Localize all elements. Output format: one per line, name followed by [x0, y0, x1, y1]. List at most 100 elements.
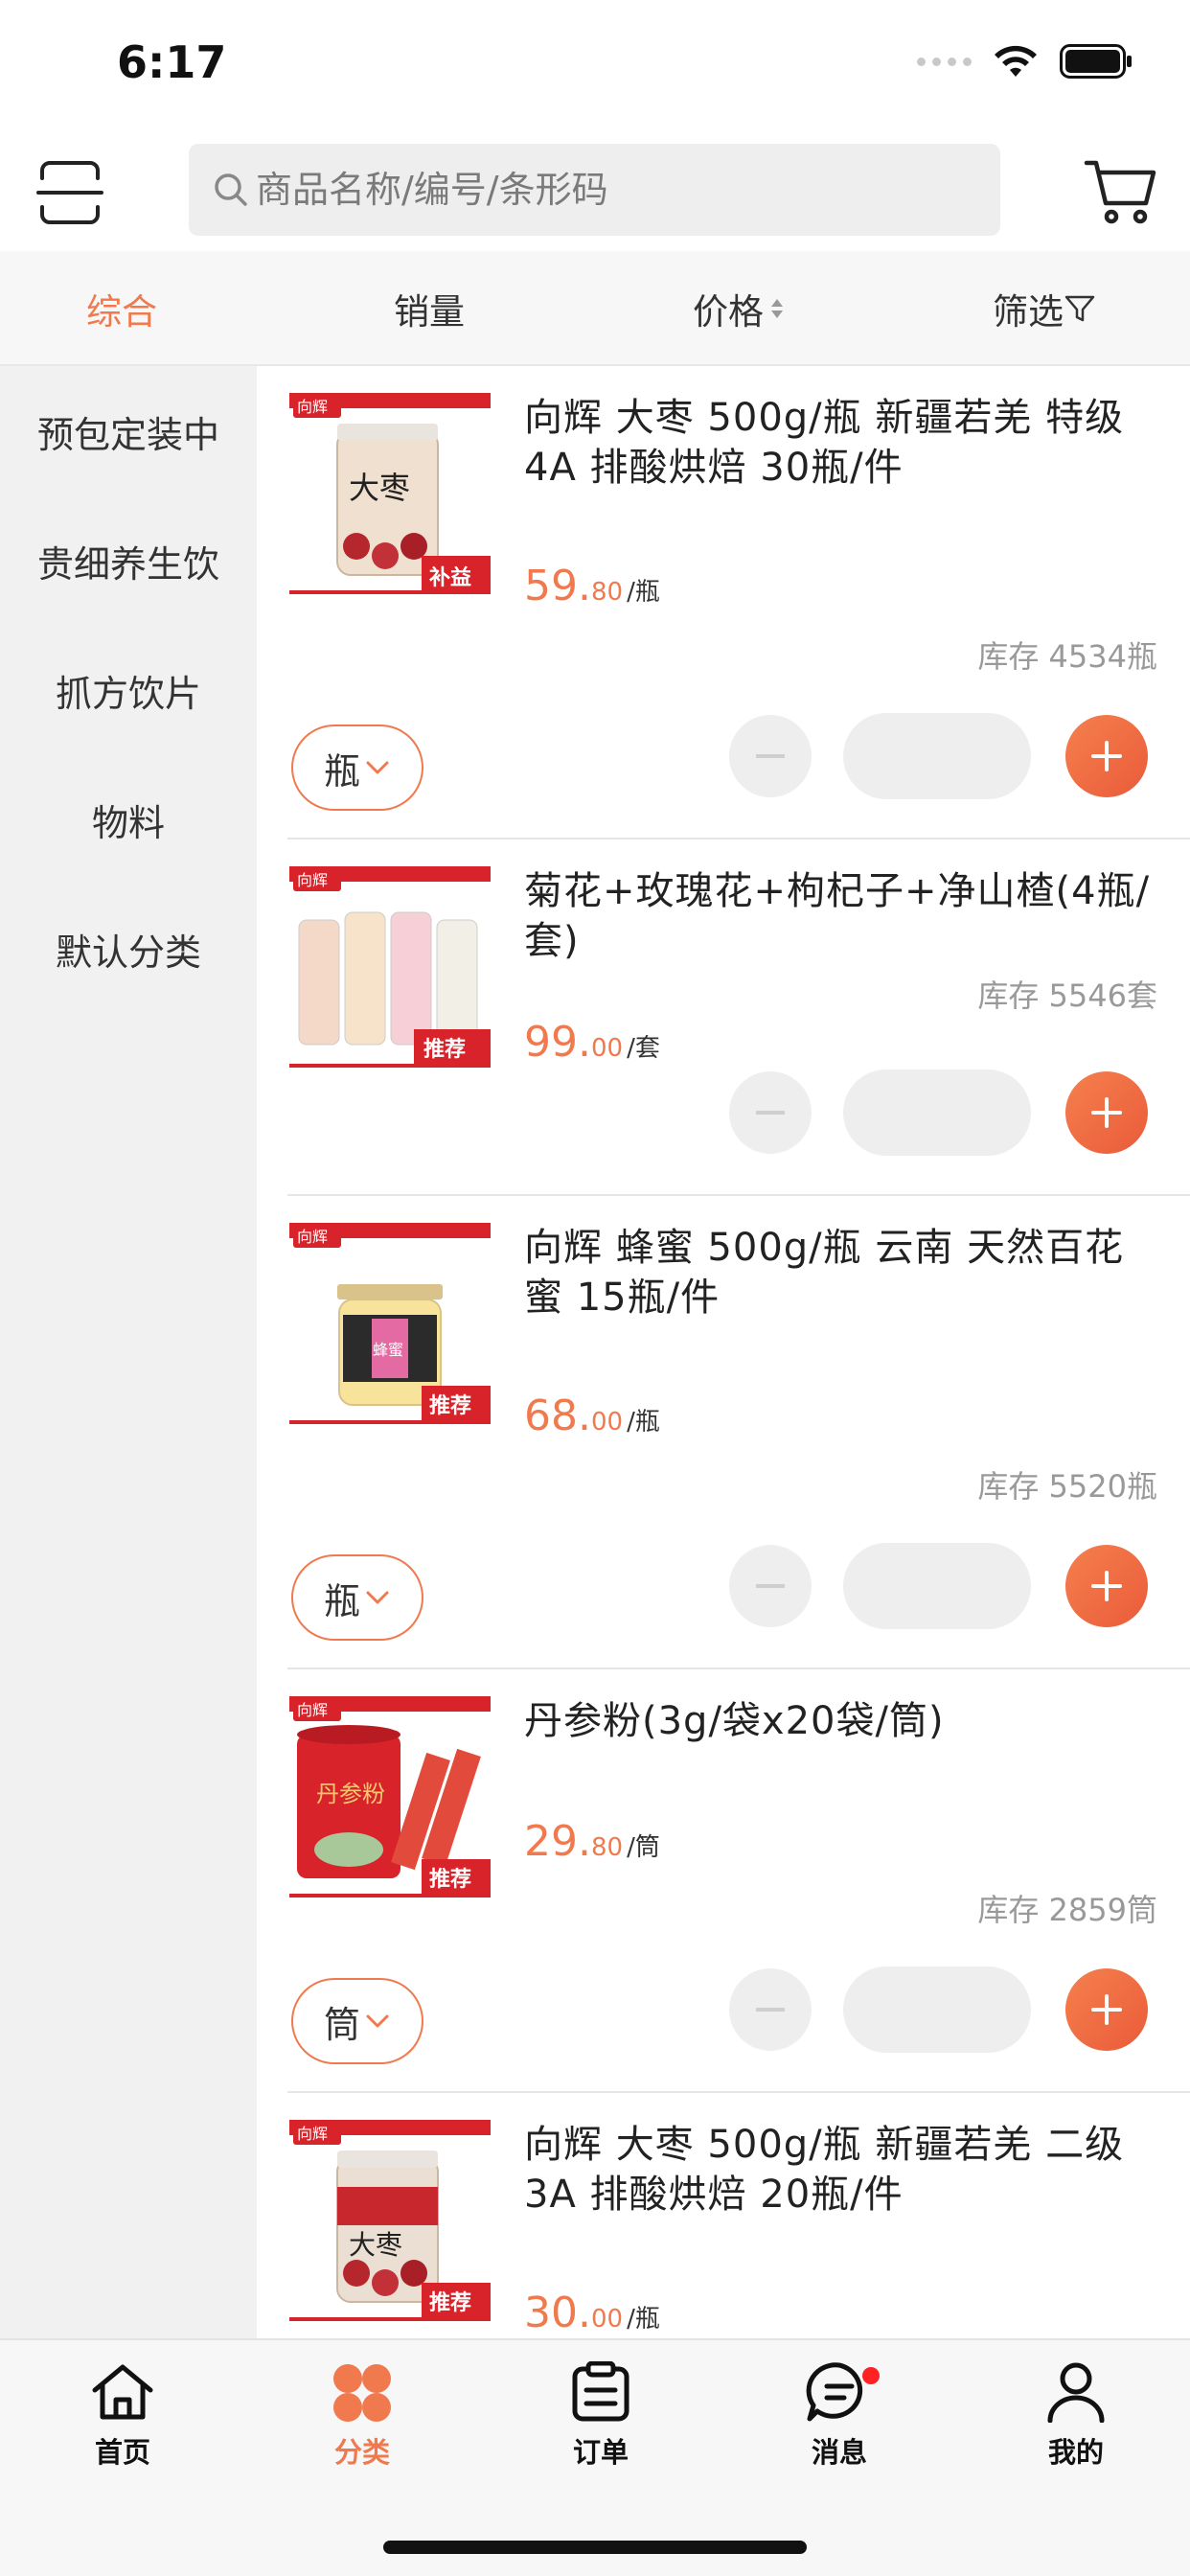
price-decimal: 80: [590, 1833, 624, 1862]
category-sidebar: 预包定装中 贵细养生饮 抓方饮片 物料 默认分类: [0, 366, 257, 2338]
status-bar: 6:17: [0, 0, 1190, 134]
quantity-input[interactable]: [843, 713, 1031, 799]
sort-filter[interactable]: 筛选: [993, 251, 1096, 366]
product-name[interactable]: 丹参粉(3g/袋x20袋/筒): [524, 1696, 1156, 1746]
order-icon: [572, 2361, 629, 2422]
tab-home[interactable]: 首页: [46, 2361, 199, 2476]
image-brand: 向辉: [297, 1701, 328, 1719]
tab-label: 订单: [572, 2436, 629, 2469]
price-integer: 68.: [524, 1392, 591, 1440]
category-icon: [333, 2364, 391, 2422]
product-item[interactable]: 向辉 丹参粉 推荐 丹参粉(3g/袋x20袋/筒) 29.80/筒 库存 285…: [257, 1669, 1190, 2093]
image-label: 大枣: [349, 470, 410, 506]
product-name[interactable]: 向辉 大枣 500g/瓶 新疆若羌 二级 3A 排酸烘焙 20瓶/件: [524, 2120, 1156, 2220]
product-image[interactable]: 向辉 推荐: [289, 866, 491, 1068]
unit-select-button[interactable]: 瓶: [291, 1554, 423, 1641]
filter-icon: [1064, 295, 1095, 322]
plus-icon: [1091, 1994, 1122, 2025]
product-price: 59.80/瓶: [524, 562, 660, 610]
status-time: 6:17: [117, 36, 227, 88]
price-integer: 99.: [524, 1018, 591, 1067]
quantity-input[interactable]: [843, 1070, 1031, 1156]
sort-arrows-icon: [771, 299, 783, 318]
product-item[interactable]: 向辉 大枣 推荐 向辉 大枣 500g/瓶 新疆若羌 二级 3A 排酸烘焙 20…: [257, 2093, 1190, 2338]
product-stock: 库存 5546套: [977, 978, 1157, 1014]
product-name[interactable]: 向辉 蜂蜜 500g/瓶 云南 天然百花蜜 15瓶/件: [524, 1223, 1156, 1322]
image-tag: 补益: [428, 565, 471, 590]
tab-messages[interactable]: 消息: [763, 2361, 916, 2476]
price-decimal: 00: [590, 1408, 624, 1437]
sort-comprehensive[interactable]: 综合: [86, 251, 157, 366]
image-tag: 推荐: [429, 1867, 471, 1892]
plus-icon: [1091, 741, 1122, 771]
status-icons: [917, 44, 1133, 79]
decrease-button[interactable]: [729, 1071, 812, 1154]
product-name[interactable]: 菊花+玫瑰花+枸杞子+净山楂(4瓶/套): [524, 866, 1156, 966]
decrease-button[interactable]: [729, 1968, 812, 2051]
increase-button[interactable]: [1065, 715, 1148, 797]
tab-orders[interactable]: 订单: [524, 2361, 677, 2476]
price-integer: 29.: [524, 1817, 591, 1866]
chevron-down-icon: [366, 761, 389, 774]
sort-price[interactable]: 价格: [693, 251, 783, 366]
tab-category[interactable]: 分类: [286, 2361, 439, 2476]
price-integer: 30.: [524, 2288, 591, 2337]
sidebar-item-prepack[interactable]: 预包定装中: [0, 393, 257, 470]
unit-select-button[interactable]: 筒: [291, 1978, 423, 2064]
quantity-input[interactable]: [843, 1966, 1031, 2053]
price-decimal: 00: [590, 2305, 624, 2334]
sort-filter-label: 筛选: [993, 291, 1064, 333]
product-price: 29.80/筒: [524, 1817, 660, 1866]
product-image[interactable]: 向辉 蜂蜜 推荐: [289, 1223, 491, 1424]
increase-button[interactable]: [1065, 1545, 1148, 1627]
image-label: 蜂蜜: [373, 1341, 403, 1359]
product-item[interactable]: 向辉 大枣 补益 向辉 大枣 500g/瓶 新疆若羌 特级 4A 排酸烘焙 30…: [257, 366, 1190, 840]
wifi-icon: [993, 44, 1039, 79]
search-icon: [215, 173, 247, 206]
increase-button[interactable]: [1065, 1071, 1148, 1154]
product-item[interactable]: 向辉 蜂蜜 推荐 向辉 蜂蜜 500g/瓶 云南 天然百花蜜 15瓶/件 68.…: [257, 1196, 1190, 1669]
minus-icon: [756, 2008, 785, 2012]
search-input[interactable]: [256, 169, 984, 211]
sidebar-item-label: 预包定装中: [36, 413, 219, 456]
cart-icon[interactable]: [1083, 153, 1159, 230]
product-image[interactable]: 向辉 大枣 推荐: [289, 2120, 491, 2321]
price-decimal: 00: [590, 1034, 624, 1063]
sidebar-item-default[interactable]: 默认分类: [0, 910, 257, 987]
sidebar-item-health-drinks[interactable]: 贵细养生饮: [0, 522, 257, 599]
price-unit: /套: [627, 1034, 660, 1063]
image-tag: 推荐: [429, 2290, 471, 2315]
minus-icon: [756, 1111, 785, 1115]
sidebar-item-materials[interactable]: 物料: [0, 781, 257, 858]
product-image[interactable]: 向辉 大枣 补益: [289, 393, 491, 594]
plus-icon: [1091, 1097, 1122, 1128]
image-brand: 向辉: [297, 1228, 328, 1246]
quantity-input[interactable]: [843, 1543, 1031, 1629]
increase-button[interactable]: [1065, 1968, 1148, 2051]
product-item[interactable]: 向辉 推荐 菊花+玫瑰花+枸杞子+净山楂(4瓶/套) 库存 5546套 99.0…: [257, 840, 1190, 1196]
decrease-button[interactable]: [729, 715, 812, 797]
image-brand: 向辉: [297, 871, 328, 889]
product-price: 99.00/套: [524, 1018, 660, 1067]
tab-profile[interactable]: 我的: [999, 2361, 1153, 2476]
battery-icon: [1060, 44, 1133, 79]
scan-icon[interactable]: [34, 157, 105, 228]
sidebar-item-label: 贵细养生饮: [36, 542, 219, 586]
profile-icon: [1047, 2362, 1105, 2423]
image-tag: 推荐: [423, 1037, 466, 1062]
unit-select-label: 筒: [323, 2003, 360, 2046]
sort-sales[interactable]: 销量: [394, 251, 465, 366]
minus-icon: [756, 754, 785, 758]
signal-icon: [917, 57, 972, 66]
sidebar-item-label: 默认分类: [55, 931, 201, 974]
product-name[interactable]: 向辉 大枣 500g/瓶 新疆若羌 特级 4A 排酸烘焙 30瓶/件: [524, 393, 1156, 493]
plus-icon: [1091, 1571, 1122, 1601]
price-unit: /筒: [627, 1833, 660, 1862]
unit-select-button[interactable]: 瓶: [291, 724, 423, 811]
search-box[interactable]: [189, 144, 1000, 236]
tab-label: 我的: [1047, 2436, 1104, 2469]
decrease-button[interactable]: [729, 1545, 812, 1627]
sidebar-item-decoction[interactable]: 抓方饮片: [0, 652, 257, 728]
product-image[interactable]: 向辉 丹参粉 推荐: [289, 1696, 491, 1898]
product-stock: 库存 5520瓶: [977, 1468, 1157, 1505]
